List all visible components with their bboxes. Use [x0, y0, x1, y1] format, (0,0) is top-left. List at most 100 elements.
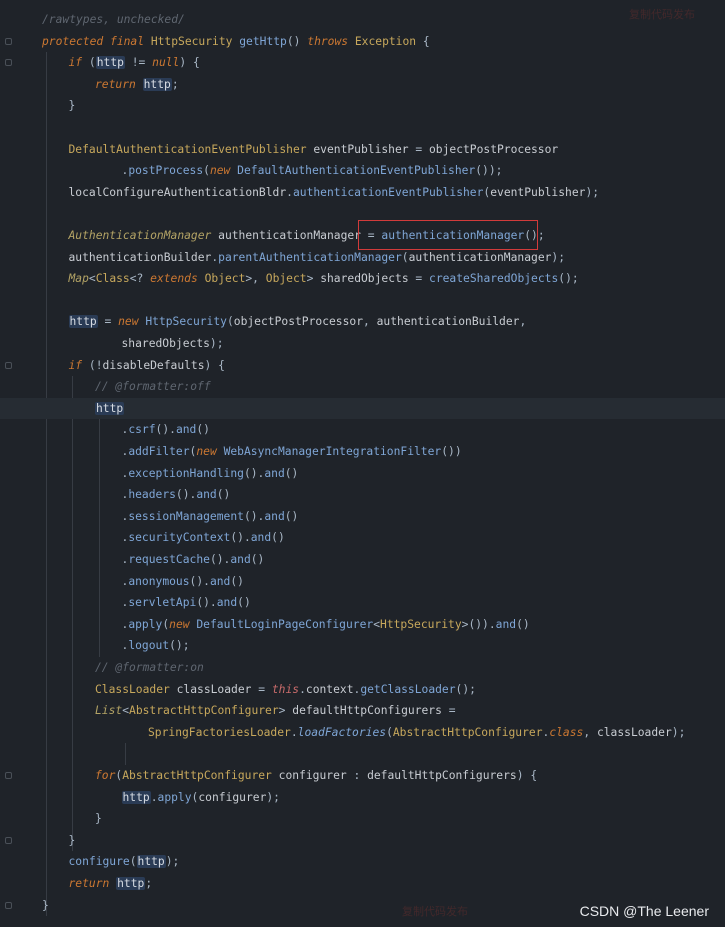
code-line[interactable]: for(AbstractHttpConfigurer configurer : …: [0, 765, 725, 786]
code-token: ,: [583, 725, 597, 739]
code-token: sharedObjects: [121, 337, 210, 350]
code-line[interactable]: if (!disableDefaults) {: [0, 355, 725, 376]
code-token: =: [441, 704, 456, 718]
code-line[interactable]: return http;: [0, 74, 725, 95]
code-token: and: [264, 509, 285, 523]
code-token: ;: [171, 77, 179, 91]
code-token: HttpSecurity: [145, 315, 227, 329]
code-token: apply: [128, 617, 163, 631]
code-line[interactable]: http = new HttpSecurity(objectPostProces…: [0, 311, 725, 332]
code-token: =: [251, 682, 272, 696]
code-line[interactable]: protected final HttpSecurity getHttp() t…: [0, 31, 725, 52]
code-token: (): [286, 34, 308, 48]
code-line[interactable]: }: [0, 830, 725, 851]
code-line[interactable]: .sessionManagement().and(): [0, 506, 725, 527]
code-line-text: }: [42, 895, 49, 916]
code-line[interactable]: .apply(new DefaultLoginPageConfigurer<Ht…: [0, 614, 725, 635]
code-line[interactable]: ClassLoader classLoader = this.context.g…: [0, 679, 725, 700]
code-token: .: [290, 725, 298, 739]
code-line-text: .logout();: [122, 635, 190, 656]
code-line[interactable]: .postProcess(new DefaultAuthenticationEv…: [0, 160, 725, 181]
code-token: apply: [157, 790, 192, 804]
code-token: ().: [196, 596, 217, 610]
code-token: this: [271, 682, 300, 696]
code-line-text: localConfigureAuthenticationBldr.authent…: [69, 182, 600, 203]
code-line[interactable]: .csrf().and(): [0, 419, 725, 440]
code-line[interactable]: // @formatter:on: [0, 657, 725, 678]
code-token: {: [422, 34, 430, 48]
code-line[interactable]: http: [0, 397, 725, 419]
code-line-text: .sessionManagement().and(): [122, 506, 299, 527]
code-token: (): [216, 488, 231, 502]
code-token: :: [346, 769, 368, 782]
code-line[interactable]: }: [0, 808, 725, 829]
code-line[interactable]: /rawtypes, unchecked/: [0, 9, 725, 30]
code-line[interactable]: // @formatter:off: [0, 376, 725, 397]
code-token: new: [196, 445, 224, 458]
code-line[interactable]: sharedObjects);: [0, 333, 725, 354]
code-token: (): [230, 574, 244, 588]
code-line[interactable]: return http;: [0, 873, 725, 894]
code-token: loadFactories: [297, 725, 387, 739]
code-token: if: [68, 56, 89, 70]
code-line-text: .requestCache().and(): [122, 549, 265, 570]
code-token: );: [551, 250, 566, 264]
code-token: .: [286, 185, 293, 199]
code-line[interactable]: .anonymous().and(): [0, 571, 725, 592]
code-token: localConfigureAuthenticationBldr: [68, 185, 287, 199]
code-token: (): [284, 466, 299, 480]
code-line-text: Map<Class<? extends Object>, Object> sha…: [69, 268, 579, 289]
code-token: and: [495, 617, 517, 631]
code-line[interactable]: localConfigureAuthenticationBldr.authent…: [0, 182, 725, 203]
code-token: and: [209, 574, 231, 588]
code-line[interactable]: .servletApi().and(): [0, 592, 725, 613]
code-token: .: [299, 682, 306, 696]
code-token: configure: [68, 855, 130, 869]
code-token: =: [408, 272, 430, 286]
code-line[interactable]: configure(http);: [0, 851, 725, 872]
code-line[interactable]: .exceptionHandling().and(): [0, 463, 725, 484]
code-line[interactable]: [0, 290, 725, 311]
code-line[interactable]: .securityContext().and(): [0, 527, 725, 548]
code-line[interactable]: SpringFactoriesLoader.loadFactories(Abst…: [0, 722, 725, 743]
code-token: >: [306, 272, 321, 286]
code-line-text: .csrf().and(): [122, 419, 210, 440]
code-editor[interactable]: /rawtypes, unchecked/protected final Htt…: [0, 0, 725, 927]
code-token: }: [42, 898, 49, 912]
code-token: /rawtypes, unchecked/: [42, 13, 185, 26]
code-line[interactable]: [0, 743, 725, 764]
code-line[interactable]: .requestCache().and(): [0, 549, 725, 570]
code-token: and: [175, 423, 197, 437]
code-line[interactable]: http.apply(configurer);: [0, 787, 725, 808]
code-line-text: http.apply(configurer);: [121, 787, 280, 808]
code-token: AbstractHttpConfigurer: [392, 725, 543, 739]
code-token: ().: [243, 509, 265, 523]
code-line[interactable]: .headers().and(): [0, 484, 725, 505]
code-token: HttpSecurity: [150, 34, 240, 48]
code-token: ,: [519, 315, 527, 329]
code-line-text: .securityContext().and(): [122, 527, 285, 548]
code-line[interactable]: List<AbstractHttpConfigurer> defaultHttp…: [0, 700, 725, 721]
code-token: defaultHttpConfigurers: [292, 704, 442, 718]
code-line[interactable]: if (http != null) {: [0, 52, 725, 73]
code-token: null: [152, 56, 180, 70]
code-token: (): [237, 596, 251, 610]
code-token: =: [408, 142, 429, 156]
code-token: (!: [88, 358, 103, 372]
code-token: ;: [145, 877, 153, 890]
code-line[interactable]: [0, 117, 725, 138]
code-line[interactable]: Map<Class<? extends Object>, Object> sha…: [0, 268, 725, 289]
code-token: new: [209, 164, 238, 178]
code-line-text: DefaultAuthenticationEventPublisher even…: [69, 139, 559, 160]
code-token: <: [373, 617, 381, 631]
code-token: eventPublisher: [313, 142, 409, 156]
code-line[interactable]: .addFilter(new WebAsyncManagerIntegratio…: [0, 441, 725, 462]
code-line[interactable]: .logout();: [0, 635, 725, 656]
code-token: >()).: [461, 617, 496, 631]
code-token: http: [121, 790, 151, 804]
code-line-text: List<AbstractHttpConfigurer> defaultHttp…: [95, 700, 456, 721]
code-token: >: [278, 704, 293, 718]
code-line[interactable]: DefaultAuthenticationEventPublisher even…: [0, 139, 725, 160]
code-token: List: [95, 704, 123, 718]
code-line[interactable]: }: [0, 95, 725, 116]
